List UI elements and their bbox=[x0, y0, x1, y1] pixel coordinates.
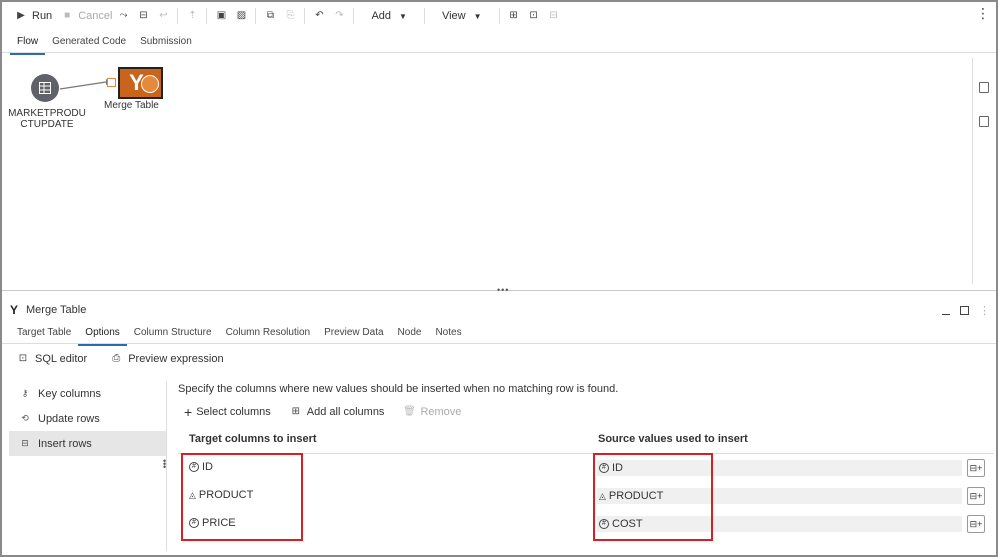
column-picker-button[interactable]: ⊟+ bbox=[967, 515, 985, 533]
side-panel bbox=[972, 58, 994, 284]
nav-insert-rows[interactable]: ⊟ Insert rows bbox=[9, 431, 166, 456]
insert-description: Specify the columns where new values sho… bbox=[178, 383, 619, 395]
preview-icon: ⎙ bbox=[112, 353, 121, 364]
panel-title: Merge Table bbox=[26, 304, 87, 316]
options-toolbar: ⊡ SQL editor ⎙ Preview expression bbox=[16, 352, 224, 366]
properties-icon[interactable] bbox=[979, 82, 989, 93]
more-options-icon[interactable]: ⋮ bbox=[979, 304, 990, 317]
plus-icon: + bbox=[184, 403, 193, 420]
column-picker-button[interactable]: ⊟+ bbox=[967, 487, 985, 505]
nav-label: Insert rows bbox=[38, 437, 92, 450]
key-icon: ⚷ bbox=[21, 388, 29, 398]
update-icon: ⟲ bbox=[21, 413, 29, 423]
merge-input-port[interactable] bbox=[107, 78, 116, 87]
source-values-highlight bbox=[593, 453, 713, 541]
merge-table-node[interactable]: Y bbox=[118, 67, 163, 99]
preview-expression-label: Preview expression bbox=[128, 353, 224, 365]
source-node[interactable] bbox=[31, 74, 59, 102]
nav-key-columns[interactable]: ⚷ Key columns bbox=[9, 381, 166, 406]
remove-button[interactable]: 🗑 Remove bbox=[402, 405, 461, 419]
merge-icon: Y bbox=[10, 303, 19, 317]
add-all-icon: ⊞ bbox=[291, 406, 300, 417]
merge-node-label: Merge Table bbox=[104, 100, 159, 111]
trash-icon: 🗑 bbox=[403, 406, 416, 417]
panel-header: Y Merge Table bbox=[10, 303, 86, 317]
minimize-icon[interactable] bbox=[942, 307, 950, 315]
add-all-columns-button[interactable]: ⊞ Add all columns bbox=[289, 405, 385, 419]
select-columns-button[interactable]: + Select columns bbox=[184, 403, 271, 420]
source-node-label: MARKETPRODUCTUPDATE bbox=[8, 108, 86, 130]
node-connector bbox=[59, 81, 107, 90]
sql-editor-label: SQL editor bbox=[35, 353, 88, 365]
sql-icon: ⊡ bbox=[18, 353, 28, 364]
select-columns-label: Select columns bbox=[196, 406, 271, 418]
panel-window-controls: ⋮ bbox=[942, 304, 990, 317]
remove-label: Remove bbox=[420, 406, 462, 418]
table-icon bbox=[39, 82, 51, 94]
sql-editor-button[interactable]: ⊡ SQL editor bbox=[16, 352, 87, 366]
splitter-grip-icon[interactable]: ••• bbox=[163, 457, 168, 472]
nav-label: Key columns bbox=[38, 387, 101, 400]
target-columns-header: Target columns to insert bbox=[189, 433, 317, 445]
layout-icon[interactable] bbox=[979, 116, 989, 127]
nav-update-rows[interactable]: ⟲ Update rows bbox=[9, 406, 166, 431]
insert-actions: + Select columns ⊞ Add all columns 🗑 Rem… bbox=[184, 405, 461, 419]
add-all-columns-label: Add all columns bbox=[306, 406, 385, 418]
source-values-header: Source values used to insert bbox=[598, 433, 748, 445]
target-columns-highlight bbox=[181, 453, 303, 541]
options-nav: ⚷ Key columns ⟲ Update rows ⊟ Insert row… bbox=[9, 381, 166, 456]
insert-icon: ⊟ bbox=[21, 438, 29, 448]
splitter-grip-icon[interactable]: ••• bbox=[497, 285, 509, 295]
table-badge-icon bbox=[141, 75, 159, 93]
preview-expression-button[interactable]: ⎙ Preview expression bbox=[109, 352, 223, 366]
maximize-icon[interactable] bbox=[960, 306, 969, 315]
nav-label: Update rows bbox=[38, 412, 100, 425]
column-picker-button[interactable]: ⊟+ bbox=[967, 459, 985, 477]
tabs-divider bbox=[2, 343, 996, 344]
